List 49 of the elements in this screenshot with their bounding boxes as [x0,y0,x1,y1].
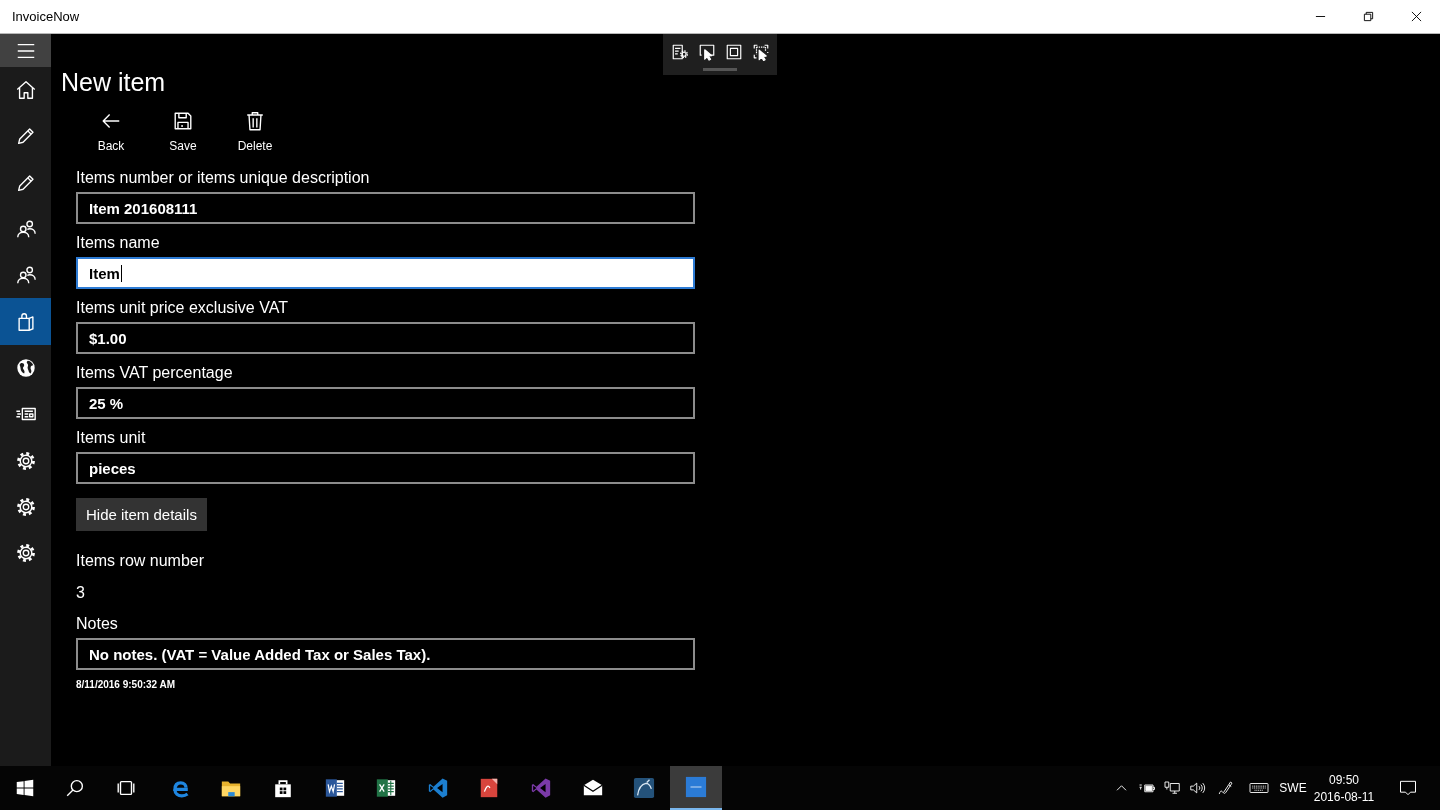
floppy-disk-button[interactable]: Save [148,105,218,159]
notification-icon[interactable] [1397,778,1419,798]
restore-icon [1362,11,1374,22]
field-label: Items unit [76,428,146,448]
row-number-value: 3 [76,583,85,603]
infinity-logo-icon [529,777,552,799]
text-field[interactable]: Item 201608111 [76,192,695,224]
text-field[interactable]: 25 % [76,387,695,419]
gear-icon [14,495,37,518]
field-label: Items name [76,233,160,253]
field-label: Items unit price exclusive VAT [76,298,288,318]
trash-can-icon [244,110,266,132]
drag-handle[interactable] [703,68,737,71]
text-field[interactable]: Item [76,257,695,289]
field-label: Notes [76,614,118,634]
spreadsheet-tile-icon [375,777,398,799]
language-indicator[interactable]: SWE [1276,781,1310,795]
clock-time[interactable]: 09:50 [1329,772,1359,787]
app-tile-icon [684,776,707,798]
square-frame-icon[interactable] [724,43,743,61]
timestamp: 8/11/2016 9:50:32 AM [76,678,176,691]
notes-field[interactable]: No notes. (VAT = Value Added Tax or Sales Tax). [76,638,695,670]
back-arrow-button[interactable]: Back [76,105,146,159]
ribbon-logo-icon [426,777,449,799]
text-field[interactable]: pieces [76,452,695,484]
cursor-select-icon[interactable] [697,43,716,61]
gear-icon [14,542,37,565]
shopping-bag-icon [272,777,294,799]
trash-can-button[interactable]: Delete [220,105,290,159]
page-title: New item [61,67,166,98]
close-icon [1410,11,1422,22]
search-icon [64,777,86,799]
field-label: Items number or items unique description [76,168,370,188]
cursor-frame-icon[interactable] [751,43,770,61]
window-title: InvoiceNow [12,9,80,24]
text-cursor-icon [120,264,122,282]
gear-icon [14,449,37,472]
menu-button[interactable] [0,34,51,67]
home-icon [14,79,37,102]
curve-tile-icon [633,777,656,799]
clock-date[interactable]: 2016-08-11 [1313,789,1375,804]
hide-details-button[interactable]: Hide item details [76,498,207,531]
windows-logo-icon [14,777,36,799]
field-label: Items row number [76,551,205,571]
globe-icon [14,356,37,379]
text-field[interactable]: $1.00 [76,322,695,354]
field-label: Items VAT percentage [76,363,233,383]
list-gear-icon[interactable] [670,43,689,61]
document-tile-icon [323,777,346,799]
